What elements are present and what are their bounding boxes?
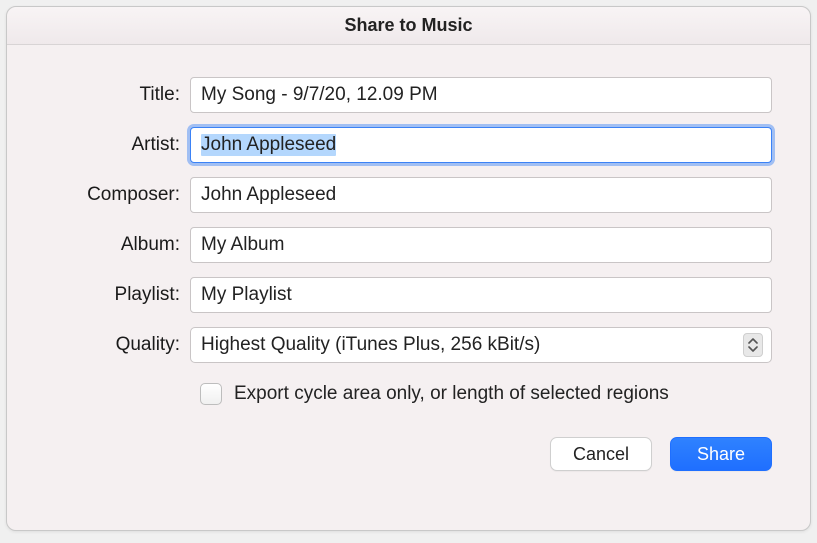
export-cycle-checkbox[interactable] (200, 383, 222, 405)
artist-value-selected: John Appleseed (201, 134, 336, 156)
album-field[interactable] (190, 227, 772, 263)
window-titlebar: Share to Music (7, 7, 810, 45)
label-playlist: Playlist: (45, 284, 190, 306)
row-album: Album: (45, 227, 772, 263)
row-quality: Quality: Highest Quality (iTunes Plus, 2… (45, 327, 772, 363)
label-artist: Artist: (45, 134, 190, 156)
playlist-field[interactable] (190, 277, 772, 313)
row-playlist: Playlist: (45, 277, 772, 313)
label-composer: Composer: (45, 184, 190, 206)
cancel-button[interactable]: Cancel (550, 437, 652, 471)
quality-value: Highest Quality (iTunes Plus, 256 kBit/s… (201, 334, 540, 356)
label-title: Title: (45, 84, 190, 106)
title-field[interactable] (190, 77, 772, 113)
composer-field[interactable] (190, 177, 772, 213)
up-down-stepper-icon (743, 333, 763, 357)
row-title: Title: (45, 77, 772, 113)
export-cycle-label: Export cycle area only, or length of sel… (234, 383, 669, 405)
dialog-content: Title: Artist: John Appleseed Composer: … (7, 45, 810, 530)
share-to-music-dialog: Share to Music Title: Artist: John Apple… (6, 6, 811, 531)
quality-select[interactable]: Highest Quality (iTunes Plus, 256 kBit/s… (190, 327, 772, 363)
label-album: Album: (45, 234, 190, 256)
window-title: Share to Music (344, 15, 472, 36)
button-row: Cancel Share (45, 437, 772, 471)
label-quality: Quality: (45, 334, 190, 356)
row-artist: Artist: John Appleseed (45, 127, 772, 163)
row-export-cycle: Export cycle area only, or length of sel… (45, 383, 772, 405)
row-composer: Composer: (45, 177, 772, 213)
artist-field[interactable]: John Appleseed (190, 127, 772, 163)
share-button[interactable]: Share (670, 437, 772, 471)
